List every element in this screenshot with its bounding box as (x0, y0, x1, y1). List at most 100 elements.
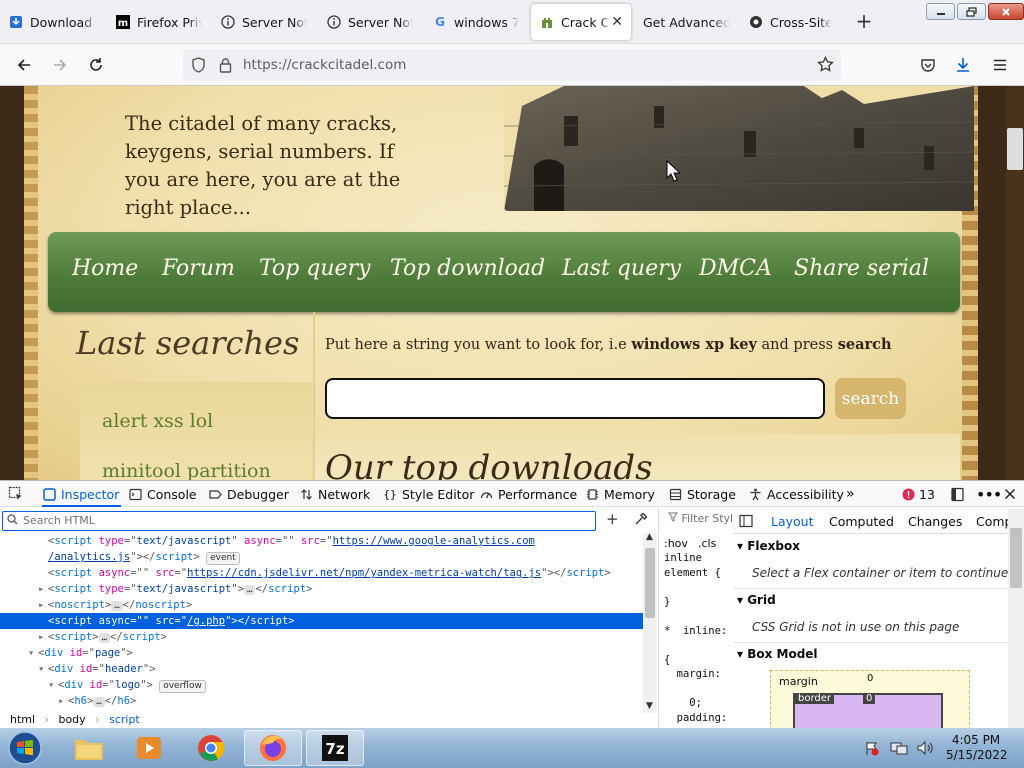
taskbar-media-player[interactable] (120, 730, 178, 766)
search-input[interactable] (325, 378, 825, 419)
tracking-protection-shield-icon[interactable] (191, 57, 206, 77)
breadcrumb-html[interactable]: html (10, 713, 35, 726)
menu-last-query[interactable]: Last query (562, 256, 681, 281)
more-tools-chevron-icon[interactable]: » (846, 481, 855, 507)
layout-scrollbar-thumb[interactable] (1010, 528, 1022, 588)
expand-toggle-icon[interactable]: ▾ (38, 661, 48, 677)
downloads-button[interactable] (951, 53, 975, 77)
action-center-flag-icon[interactable] (864, 740, 880, 760)
filter-styles-input[interactable]: Filter Styles (668, 512, 732, 525)
markup-node[interactable]: <script async="" src="/g.php"></script> (0, 613, 643, 629)
scroll-up-arrow-icon[interactable]: ▲ (646, 532, 653, 542)
search-button[interactable]: search (835, 378, 906, 419)
url-text[interactable]: https://crackcitadel.com (243, 57, 406, 73)
reload-button[interactable] (84, 53, 108, 77)
forward-button[interactable] (48, 53, 72, 77)
expand-toggle-icon[interactable]: ▸ (38, 629, 48, 645)
scroll-down-arrow-icon[interactable]: ▼ (646, 701, 653, 711)
flexbox-section-header[interactable]: ▾ Flexbox (737, 539, 800, 553)
error-count-badge[interactable]: 13 (902, 481, 935, 507)
app-menu-button[interactable] (988, 53, 1012, 77)
tab-google-windows7[interactable]: G windows 7 (424, 4, 527, 40)
devtools-tab-debugger[interactable]: Debugger (208, 481, 289, 507)
tab-crack-citadel[interactable]: Crack Citadel ✕ (531, 4, 631, 40)
box-model-margin[interactable]: margin 0 border 0 (770, 670, 970, 728)
devtools-options-icon[interactable]: ••• (976, 481, 1002, 507)
address-bar[interactable]: https://crackcitadel.com (183, 49, 841, 81)
markup-node[interactable]: ▸ <script type="text/javascript">… </scrip… (0, 581, 643, 597)
restore-window-button[interactable] (957, 3, 986, 20)
last-search-link[interactable]: minitool partition (102, 460, 271, 480)
breadcrumb-body[interactable]: body (58, 713, 85, 726)
taskbar-firefox[interactable] (244, 730, 302, 766)
tab-changes[interactable]: Changes (908, 514, 962, 529)
tab-get-advanced[interactable]: Get Advanced (635, 4, 738, 40)
markup-node[interactable]: ▾ <div id="page"> (0, 645, 643, 661)
menu-dmca[interactable]: DMCA (699, 256, 772, 281)
taskbar-7zip[interactable]: 7z (306, 730, 364, 766)
devtools-tab-memory[interactable]: Memory (585, 481, 655, 507)
menu-top-query[interactable]: Top query (259, 256, 371, 281)
markup-node[interactable]: ▸ <noscript>… </noscript> (0, 597, 643, 613)
pocket-button[interactable] (916, 53, 940, 77)
box-model-border[interactable]: border 0 (793, 693, 943, 728)
devtools-tab-accessibility[interactable]: Accessibility (748, 481, 844, 507)
lock-icon[interactable] (219, 57, 232, 77)
markup-node[interactable]: ▾ <div id="header"> (0, 661, 643, 677)
minimize-window-button[interactable] (926, 3, 955, 20)
taskbar-chrome[interactable] (182, 730, 240, 766)
tab-computed[interactable]: Computed (829, 514, 894, 529)
close-window-button[interactable] (988, 3, 1024, 20)
box-model-section-header[interactable]: ▾ Box Model (737, 647, 818, 661)
devtools-tab-performance[interactable]: Performance (479, 481, 577, 507)
taskbar-file-explorer[interactable] (60, 730, 118, 766)
markup-node[interactable]: ▸ <script>… </script> (0, 629, 643, 645)
menu-home[interactable]: Home (72, 256, 138, 281)
menu-top-download[interactable]: Top download (390, 256, 545, 281)
tab-server-not-found-2[interactable]: Server Not Found (318, 4, 421, 40)
markup-scrollbar-thumb[interactable] (645, 548, 655, 618)
tab-download[interactable]: Download | file (0, 4, 105, 40)
system-clock[interactable]: 4:05 PM 5/15/2022 (946, 733, 1008, 763)
tab-firefox-privacy[interactable]: m Firefox Privacy (107, 4, 210, 40)
expand-toggle-icon[interactable]: ▸ (38, 597, 48, 613)
expand-toggle-icon[interactable]: ▸ (58, 693, 68, 709)
tab-cross-site-scripting[interactable]: Cross-Site Scripting (740, 4, 840, 40)
tab-server-not-found-1[interactable]: Server Not Found (212, 4, 315, 40)
devtools-tab-style-editor[interactable]: {} Style Editor (383, 481, 474, 507)
markup-node[interactable]: ▾ <div id="logo"> overflow (0, 677, 643, 693)
network-tray-icon[interactable] (890, 740, 908, 760)
markup-node[interactable]: /analytics.js"></script> event (0, 549, 643, 565)
devtools-tab-network[interactable]: Network (299, 481, 370, 507)
hover-state-toggle[interactable]: :hov (664, 537, 688, 550)
devtools-tab-console[interactable]: Console (128, 481, 197, 507)
bookmark-star-icon[interactable] (817, 55, 834, 77)
page-scrollbar-thumb[interactable] (1007, 128, 1023, 170)
menu-forum[interactable]: Forum (162, 256, 235, 281)
devtools-tab-inspector[interactable]: Inspector (42, 481, 122, 507)
expand-toggle-icon[interactable]: ▾ (28, 645, 38, 661)
markup-node[interactable]: ▸ <h6>… </h6> (0, 693, 643, 709)
sidebar-toggle-icon[interactable] (739, 514, 753, 531)
element-picker-button[interactable] (8, 481, 24, 507)
menu-share-serial[interactable]: Share serial (794, 256, 929, 281)
dock-side-icon[interactable] (950, 481, 965, 507)
start-button[interactable] (0, 730, 50, 766)
last-search-link[interactable]: alert xss lol (102, 410, 213, 432)
close-devtools-icon[interactable] (1004, 481, 1016, 507)
new-tab-button[interactable]: + (852, 10, 876, 34)
markup-node[interactable]: <script async="" src="https://cdn.jsdeli… (0, 565, 643, 581)
devtools-tab-storage[interactable]: Storage (668, 481, 736, 507)
eyedropper-icon[interactable] (634, 512, 648, 530)
search-html-input[interactable]: Search HTML (2, 511, 596, 531)
back-button[interactable] (12, 53, 36, 77)
add-node-icon[interactable]: + (606, 510, 619, 528)
grid-section-header[interactable]: ▾ Grid (737, 593, 776, 607)
tab-layout[interactable]: Layout (771, 514, 814, 529)
close-tab-icon[interactable]: ✕ (611, 14, 623, 30)
markup-node[interactable]: <script type="text/javascript" async="" … (0, 533, 643, 549)
expand-toggle-icon[interactable]: ▸ (38, 581, 48, 597)
breadcrumb-script[interactable]: script (109, 713, 140, 726)
expand-toggle-icon[interactable]: ▾ (48, 677, 58, 693)
volume-tray-icon[interactable] (916, 740, 934, 760)
